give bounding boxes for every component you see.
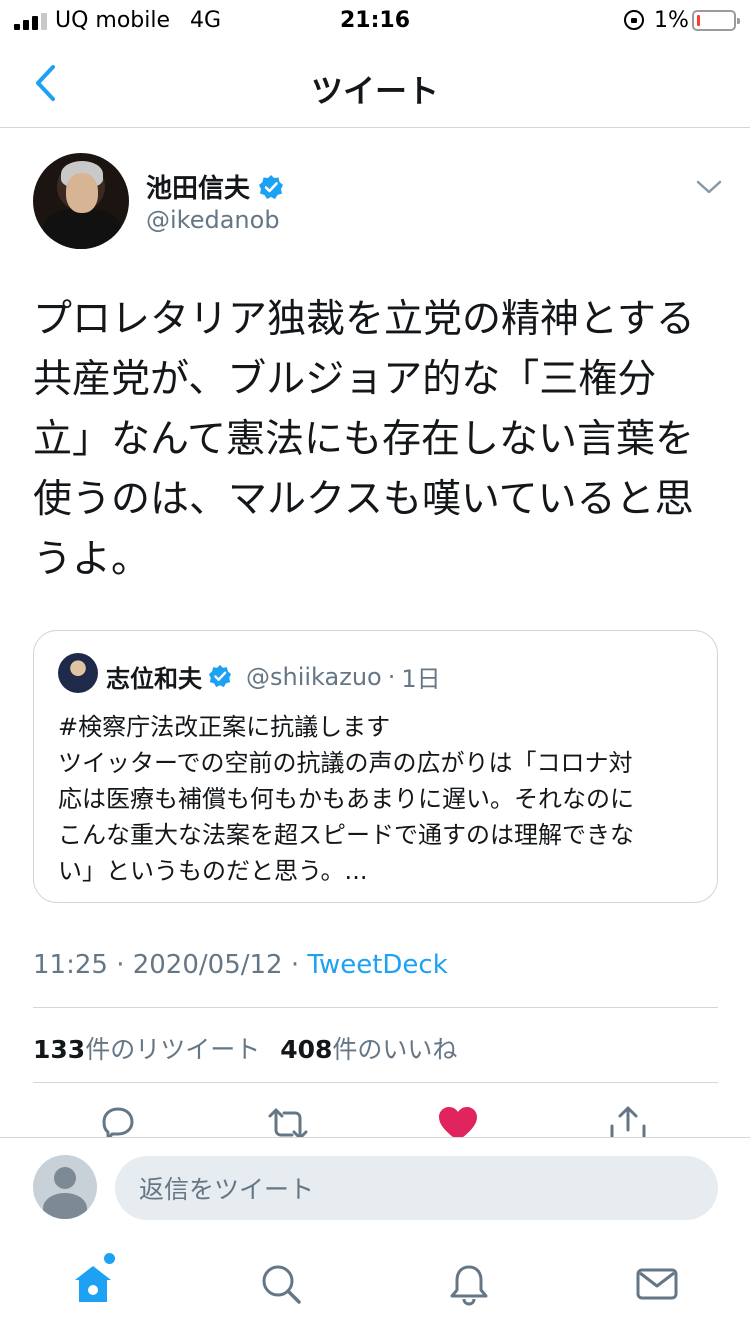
verified-badge-icon bbox=[258, 174, 284, 200]
share-button[interactable] bbox=[606, 1104, 650, 1138]
like-label: 件のいいね bbox=[332, 1035, 458, 1064]
home-icon bbox=[75, 1266, 111, 1302]
retweet-label: 件のリツイート bbox=[85, 1035, 261, 1064]
quote-author-handle: @shiikazuo bbox=[246, 662, 382, 691]
battery-percent: 1% bbox=[654, 8, 689, 33]
tweet-text: プロレタリア独裁を立党の精神とする 共産党が、ブルジョア的な「三権分 立」なんて… bbox=[33, 297, 695, 582]
nav-bar: ツイート bbox=[0, 40, 750, 128]
status-bar: UQ mobile 4G 21:16 1% bbox=[0, 0, 750, 40]
quote-text: #検察庁法改正案に抗議します ツイッターでの空前の抗議の声の広がりは「コロナ対 … bbox=[58, 713, 634, 885]
mail-icon bbox=[636, 1268, 678, 1300]
author-name-row[interactable]: 池田信夫 bbox=[146, 168, 284, 205]
tweet-timestamp-row: 11:25 · 2020/05/12 · TweetDeck bbox=[33, 950, 448, 980]
quoted-tweet[interactable]: 志位和夫 @shiikazuo · 1日 #検察庁法改正案に抗議します ツイッタ… bbox=[33, 630, 718, 903]
bell-icon bbox=[450, 1265, 488, 1306]
quote-author-avatar bbox=[58, 653, 98, 693]
reply-icon bbox=[102, 1107, 134, 1138]
reply-bar: 返信をツイート bbox=[0, 1137, 750, 1237]
notification-dot bbox=[104, 1253, 115, 1264]
tweet-timestamp: 11:25 · 2020/05/12 · bbox=[33, 950, 308, 980]
chevron-down-icon bbox=[696, 180, 722, 194]
tweet-source-link[interactable]: TweetDeck bbox=[307, 950, 447, 980]
tab-search[interactable] bbox=[256, 1259, 306, 1309]
search-icon bbox=[262, 1265, 301, 1304]
tab-notifications[interactable] bbox=[444, 1259, 494, 1309]
reply-input[interactable]: 返信をツイート bbox=[115, 1156, 718, 1220]
like-count: 408 bbox=[280, 1035, 333, 1064]
quote-header: 志位和夫 @shiikazuo · 1日 bbox=[106, 659, 441, 694]
divider bbox=[33, 1082, 718, 1083]
author-handle[interactable]: @ikedanob bbox=[146, 206, 280, 234]
verified-badge-icon bbox=[208, 664, 234, 690]
author-avatar[interactable] bbox=[33, 153, 129, 249]
tab-messages[interactable] bbox=[632, 1259, 682, 1309]
author-name[interactable]: 池田信夫 bbox=[146, 168, 250, 205]
tab-home[interactable] bbox=[68, 1259, 118, 1309]
share-icon bbox=[610, 1106, 646, 1138]
retweet-count: 133 bbox=[33, 1035, 86, 1064]
orientation-lock-icon bbox=[624, 10, 644, 30]
quote-age: 1日 bbox=[401, 665, 441, 693]
user-avatar bbox=[33, 1155, 97, 1219]
quote-author-name: 志位和夫 bbox=[106, 665, 202, 693]
tweet-stats: 133件のリツイート 408件のいいね bbox=[33, 1030, 457, 1066]
reply-button[interactable] bbox=[96, 1104, 140, 1138]
retweet-icon bbox=[268, 1108, 308, 1138]
quote-separator: · bbox=[387, 662, 396, 691]
retweet-stat[interactable]: 133件のリツイート bbox=[33, 1030, 260, 1066]
heart-icon bbox=[439, 1107, 477, 1138]
like-stat[interactable]: 408件のいいね bbox=[280, 1030, 457, 1066]
tweet-actions bbox=[0, 1100, 750, 1138]
retweet-button[interactable] bbox=[266, 1104, 310, 1138]
like-button[interactable] bbox=[436, 1104, 480, 1138]
tweet-menu-button[interactable] bbox=[692, 170, 726, 204]
divider bbox=[33, 1007, 718, 1008]
battery-icon bbox=[692, 10, 740, 31]
tab-bar bbox=[0, 1237, 750, 1334]
page-title: ツイート bbox=[310, 72, 439, 110]
